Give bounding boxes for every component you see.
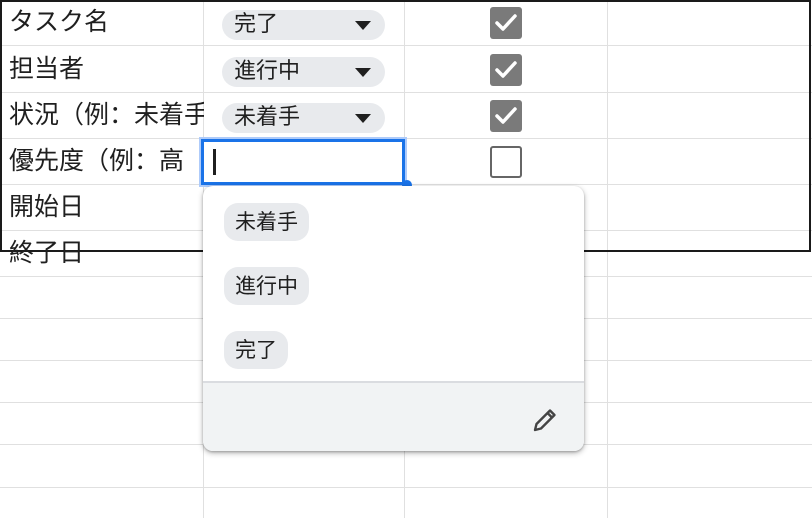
dropdown-arrow-icon bbox=[355, 21, 371, 30]
checkmark-icon bbox=[495, 107, 517, 124]
checkmark-icon bbox=[495, 14, 517, 31]
dropdown-footer bbox=[203, 383, 584, 451]
dropdown-menu: 未着手 進行中 完了 bbox=[203, 186, 584, 451]
dropdown-option-not-started[interactable]: 未着手 bbox=[224, 203, 309, 241]
dropdown-option-in-progress[interactable]: 進行中 bbox=[224, 267, 309, 305]
pencil-icon[interactable] bbox=[530, 405, 560, 439]
cell-assignee[interactable]: 担当者 bbox=[9, 54, 204, 84]
cell-status-label[interactable]: 状況（例：未着手 bbox=[9, 100, 204, 130]
dropdown-option-done[interactable]: 完了 bbox=[224, 331, 288, 369]
text-cursor bbox=[213, 149, 216, 175]
dropdown-arrow-icon bbox=[355, 68, 371, 77]
cell-task-name[interactable]: タスク名 bbox=[9, 7, 204, 37]
cell-priority-label[interactable]: 優先度（例：高 bbox=[9, 146, 204, 176]
status-chip-dropdown[interactable]: 完了 bbox=[222, 10, 385, 40]
chip-label: 完了 bbox=[234, 12, 279, 37]
checkbox-checked[interactable] bbox=[490, 54, 522, 86]
checkbox-checked[interactable] bbox=[490, 100, 522, 132]
dropdown-arrow-icon bbox=[355, 114, 371, 123]
checkmark-icon bbox=[495, 61, 517, 78]
active-cell-editor[interactable] bbox=[201, 139, 405, 185]
chip-label: 進行中 bbox=[234, 59, 301, 84]
cell-end-date[interactable]: 終了日 bbox=[9, 238, 204, 268]
checkbox-unchecked[interactable] bbox=[490, 146, 522, 178]
status-chip-dropdown[interactable]: 未着手 bbox=[222, 103, 385, 133]
grid-line bbox=[0, 487, 812, 488]
chip-label: 未着手 bbox=[234, 105, 301, 130]
cell-start-date[interactable]: 開始日 bbox=[9, 192, 204, 222]
status-chip-dropdown[interactable]: 進行中 bbox=[222, 57, 385, 87]
checkbox-checked[interactable] bbox=[490, 7, 522, 39]
